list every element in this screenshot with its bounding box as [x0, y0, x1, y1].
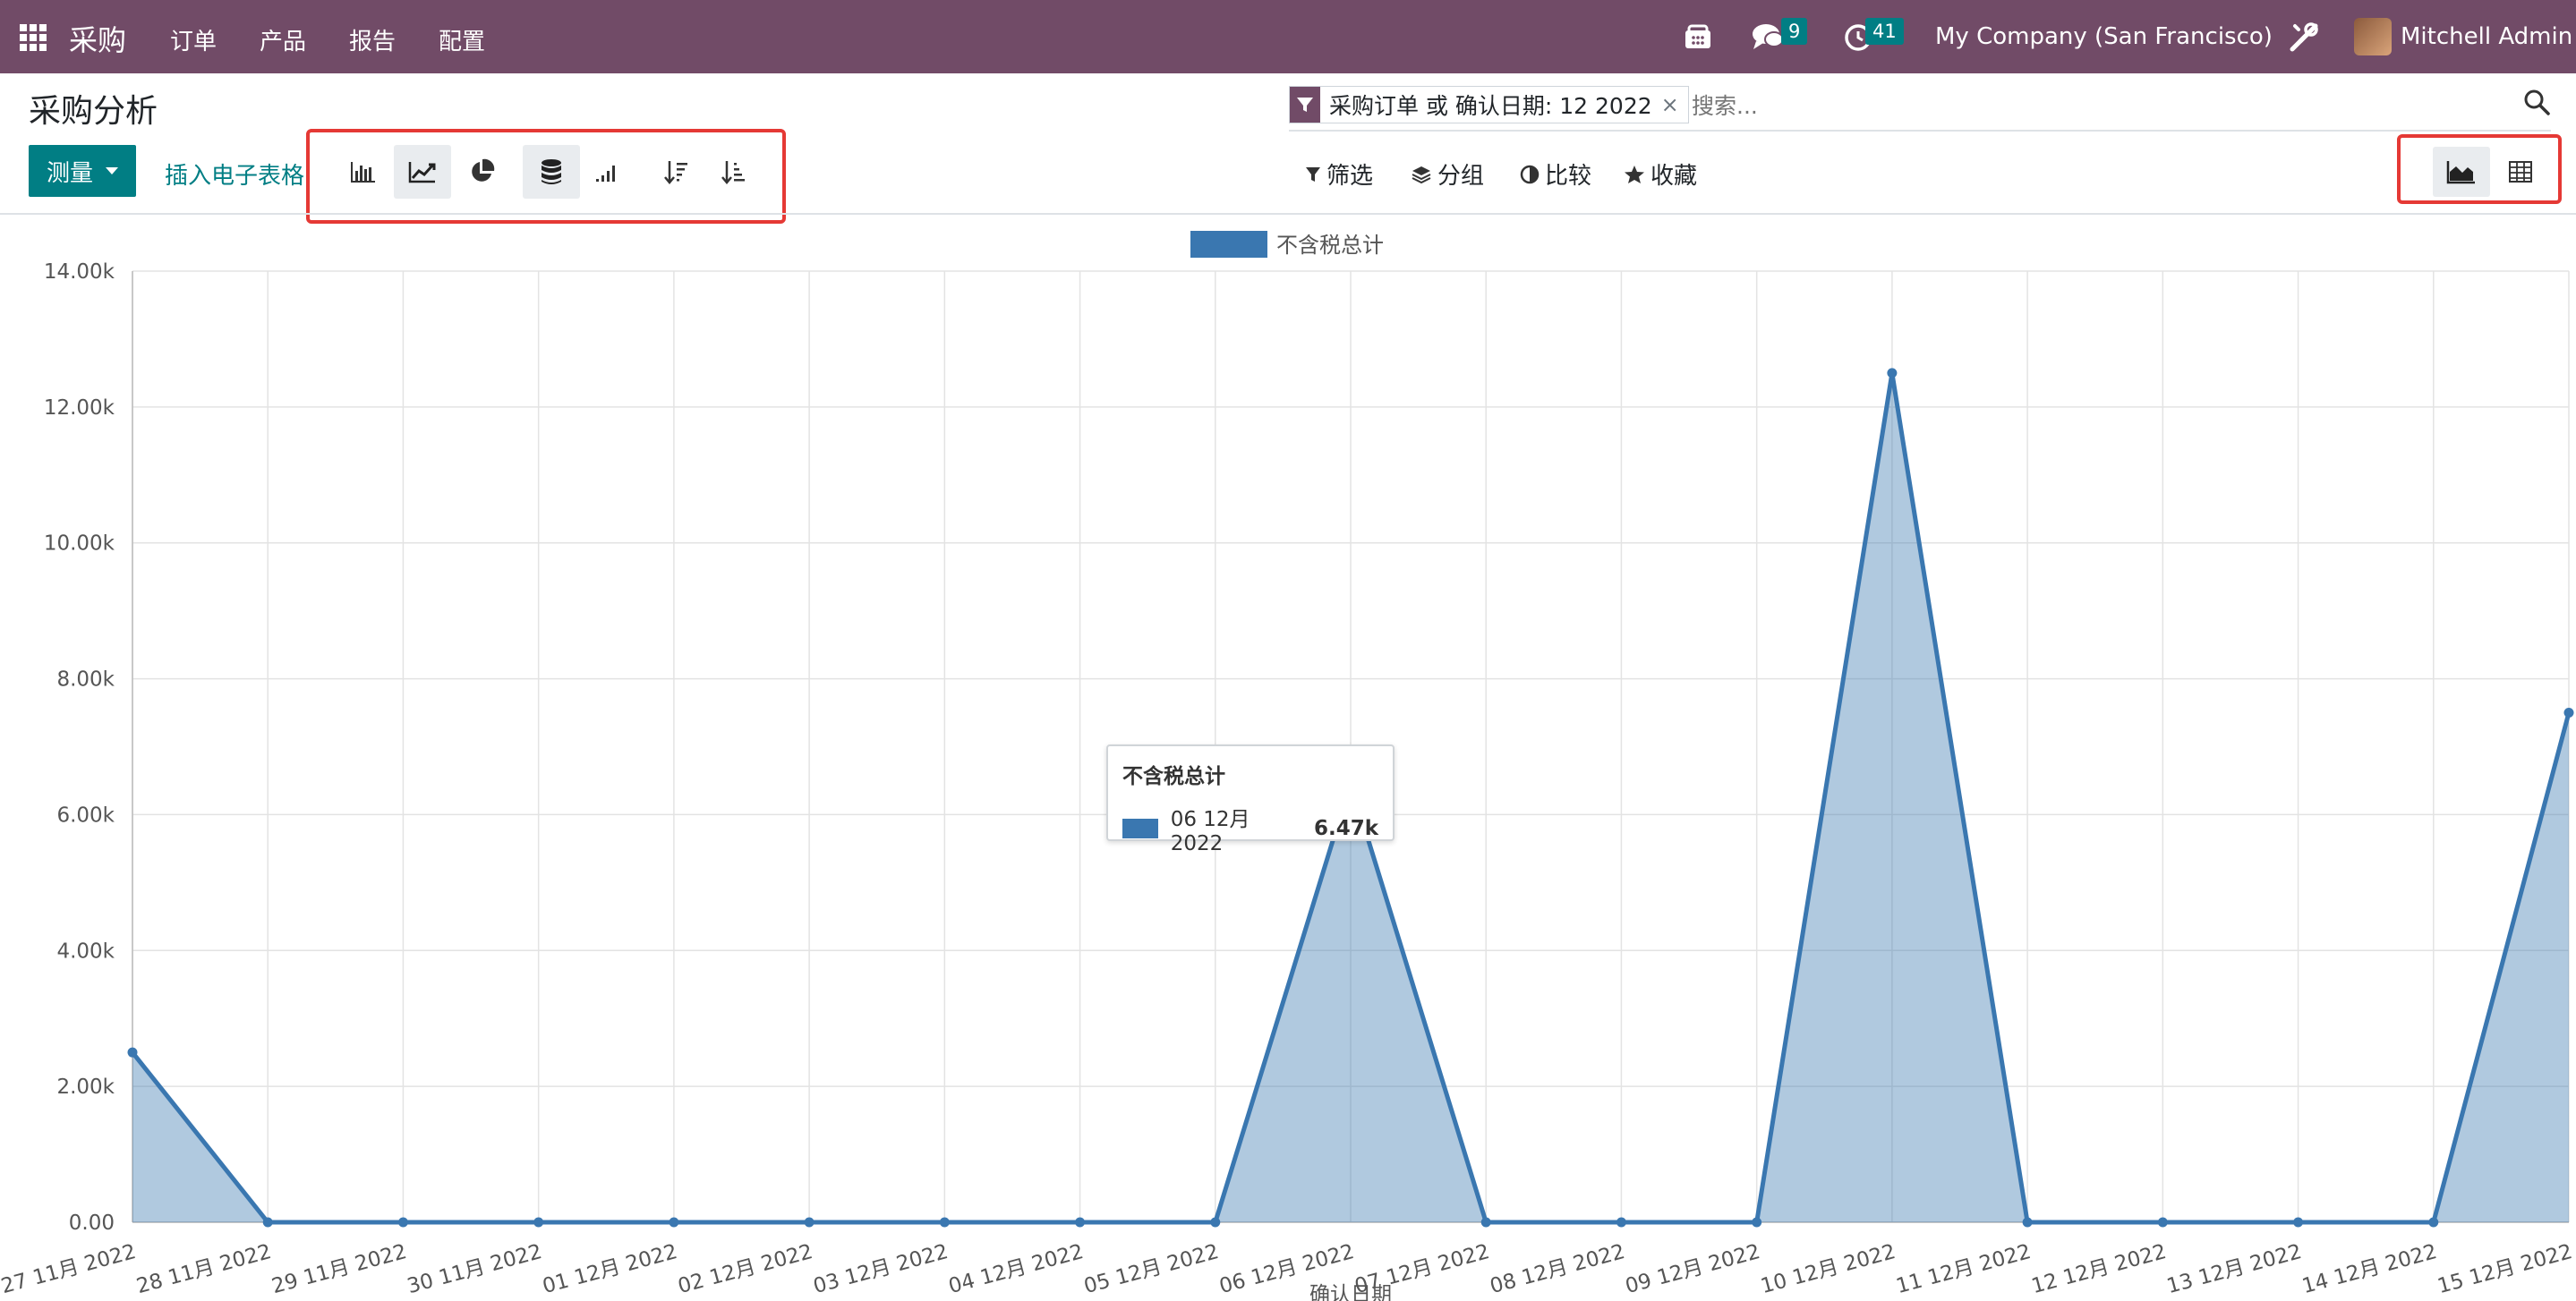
y-tick-label: 6.00k [56, 804, 115, 827]
y-tick-label: 8.00k [56, 668, 115, 692]
chart-tooltip: 不含税总计 06 12月 2022 6.47k [1106, 744, 1395, 855]
facet-label: 采购订单 或 确认日期: 12 2022 [1329, 93, 1652, 119]
favorites-button[interactable]: 收藏 [1624, 157, 1697, 191]
company-switcher[interactable]: My Company (San Francisco) [1935, 23, 2273, 50]
menu-orders[interactable]: 订单 [170, 23, 217, 56]
filter-icon [1290, 87, 1320, 123]
data-point [1616, 1217, 1626, 1228]
data-point [1887, 368, 1898, 378]
legend-label: 不含税总计 [1276, 233, 1384, 258]
measure-button[interactable]: 测量 [29, 145, 136, 197]
menu-products[interactable]: 产品 [260, 23, 306, 56]
phone-icon[interactable] [1683, 21, 1713, 58]
facet-remove-icon[interactable]: × [1661, 92, 1688, 117]
x-tick-label: 30 11月 2022 [405, 1240, 544, 1298]
search-facet[interactable]: 采购订单 或 确认日期: 12 2022 × [1289, 86, 1689, 123]
menu-configuration[interactable]: 配置 [439, 23, 485, 56]
data-point [939, 1217, 950, 1228]
data-point [2022, 1217, 2033, 1228]
y-tick-label: 4.00k [56, 940, 115, 963]
x-tick-label: 04 12月 2022 [946, 1240, 1086, 1298]
x-tick-label: 13 12月 2022 [2164, 1240, 2304, 1298]
user-avatar[interactable] [2354, 18, 2392, 55]
user-menu[interactable]: Mitchell Admin [2401, 23, 2572, 50]
measure-label: 测量 [46, 159, 93, 187]
search-input[interactable] [1692, 88, 2497, 123]
y-tick-label: 10.00k [44, 532, 115, 556]
data-point [2563, 708, 2574, 719]
page-title: 采购分析 [29, 93, 158, 130]
y-tick-label: 14.00k [44, 260, 115, 284]
apps-menu-icon[interactable] [20, 24, 47, 51]
activities-badge: 41 [1865, 18, 1904, 45]
filters-label: 筛选 [1326, 163, 1374, 190]
favorites-label: 收藏 [1651, 163, 1698, 190]
data-point [262, 1217, 273, 1228]
x-tick-label: 27 11月 2022 [0, 1240, 139, 1298]
data-point [2157, 1217, 2168, 1228]
view-switcher-highlight [2397, 134, 2562, 204]
tools-icon[interactable] [2288, 21, 2320, 60]
x-tick-label: 12 12月 2022 [2029, 1240, 2169, 1298]
tooltip-row: 06 12月 2022 6.47k [1122, 802, 1378, 855]
tooltip-value: 6.47k [1313, 817, 1378, 840]
messages-badge: 9 [1781, 18, 1808, 45]
tooltip-swatch [1122, 819, 1158, 838]
app-name[interactable]: 采购 [69, 18, 126, 59]
search-icon[interactable] [2522, 88, 2555, 120]
insert-spreadsheet-button[interactable]: 插入电子表格 [165, 157, 304, 191]
x-tick-label: 29 11月 2022 [269, 1240, 409, 1298]
x-tick-label: 10 12月 2022 [1758, 1240, 1898, 1298]
layers-icon [1412, 166, 1431, 183]
caret-down-icon [106, 167, 118, 174]
group-label: 分组 [1437, 163, 1485, 190]
x-tick-label: 08 12月 2022 [1488, 1240, 1627, 1298]
data-point [1752, 1217, 1762, 1228]
star-icon [1625, 165, 1644, 183]
x-tick-label: 11 12月 2022 [1894, 1240, 2034, 1298]
messages-icon[interactable] [1751, 21, 1785, 58]
compare-button[interactable]: 比较 [1520, 157, 1591, 191]
legend-swatch [1190, 231, 1267, 258]
y-tick-label: 12.00k [44, 396, 115, 420]
data-point [2428, 1217, 2439, 1228]
x-tick-label: 14 12月 2022 [2299, 1240, 2439, 1298]
y-tick-label: 0.00 [69, 1212, 115, 1235]
data-point [1480, 1217, 1491, 1228]
data-point [127, 1047, 138, 1058]
tooltip-label: 06 12月 2022 [1170, 808, 1250, 855]
data-point [533, 1217, 544, 1228]
x-axis-title: 确认日期 [1309, 1283, 1392, 1301]
x-tick-label: 09 12月 2022 [1623, 1240, 1762, 1298]
search-underline [1289, 130, 2551, 132]
graph-tools-highlight [306, 129, 786, 224]
tooltip-title: 不含税总计 [1122, 765, 1225, 788]
top-navbar: 采购 订单 产品 报告 配置 9 41 My Company (San Fran… [0, 0, 2576, 73]
adjust-half-circle-icon [1520, 165, 1540, 183]
x-tick-label: 28 11月 2022 [134, 1240, 274, 1298]
filter-funnel-icon [1306, 166, 1320, 182]
group-by-button[interactable]: 分组 [1411, 157, 1484, 191]
data-point [804, 1217, 815, 1228]
x-tick-label: 05 12月 2022 [1081, 1240, 1221, 1298]
y-tick-label: 2.00k [56, 1076, 115, 1099]
data-point [1210, 1217, 1221, 1228]
data-point [397, 1217, 408, 1228]
data-point [1075, 1217, 1086, 1228]
data-point [669, 1217, 679, 1228]
x-tick-label: 02 12月 2022 [676, 1240, 815, 1298]
compare-label: 比较 [1545, 163, 1592, 190]
filters-button[interactable]: 筛选 [1305, 157, 1373, 191]
menu-reporting[interactable]: 报告 [349, 23, 396, 56]
x-tick-label: 03 12月 2022 [811, 1240, 951, 1298]
data-point [2293, 1217, 2304, 1228]
x-tick-label: 01 12月 2022 [540, 1240, 679, 1298]
x-tick-label: 15 12月 2022 [2435, 1240, 2575, 1298]
